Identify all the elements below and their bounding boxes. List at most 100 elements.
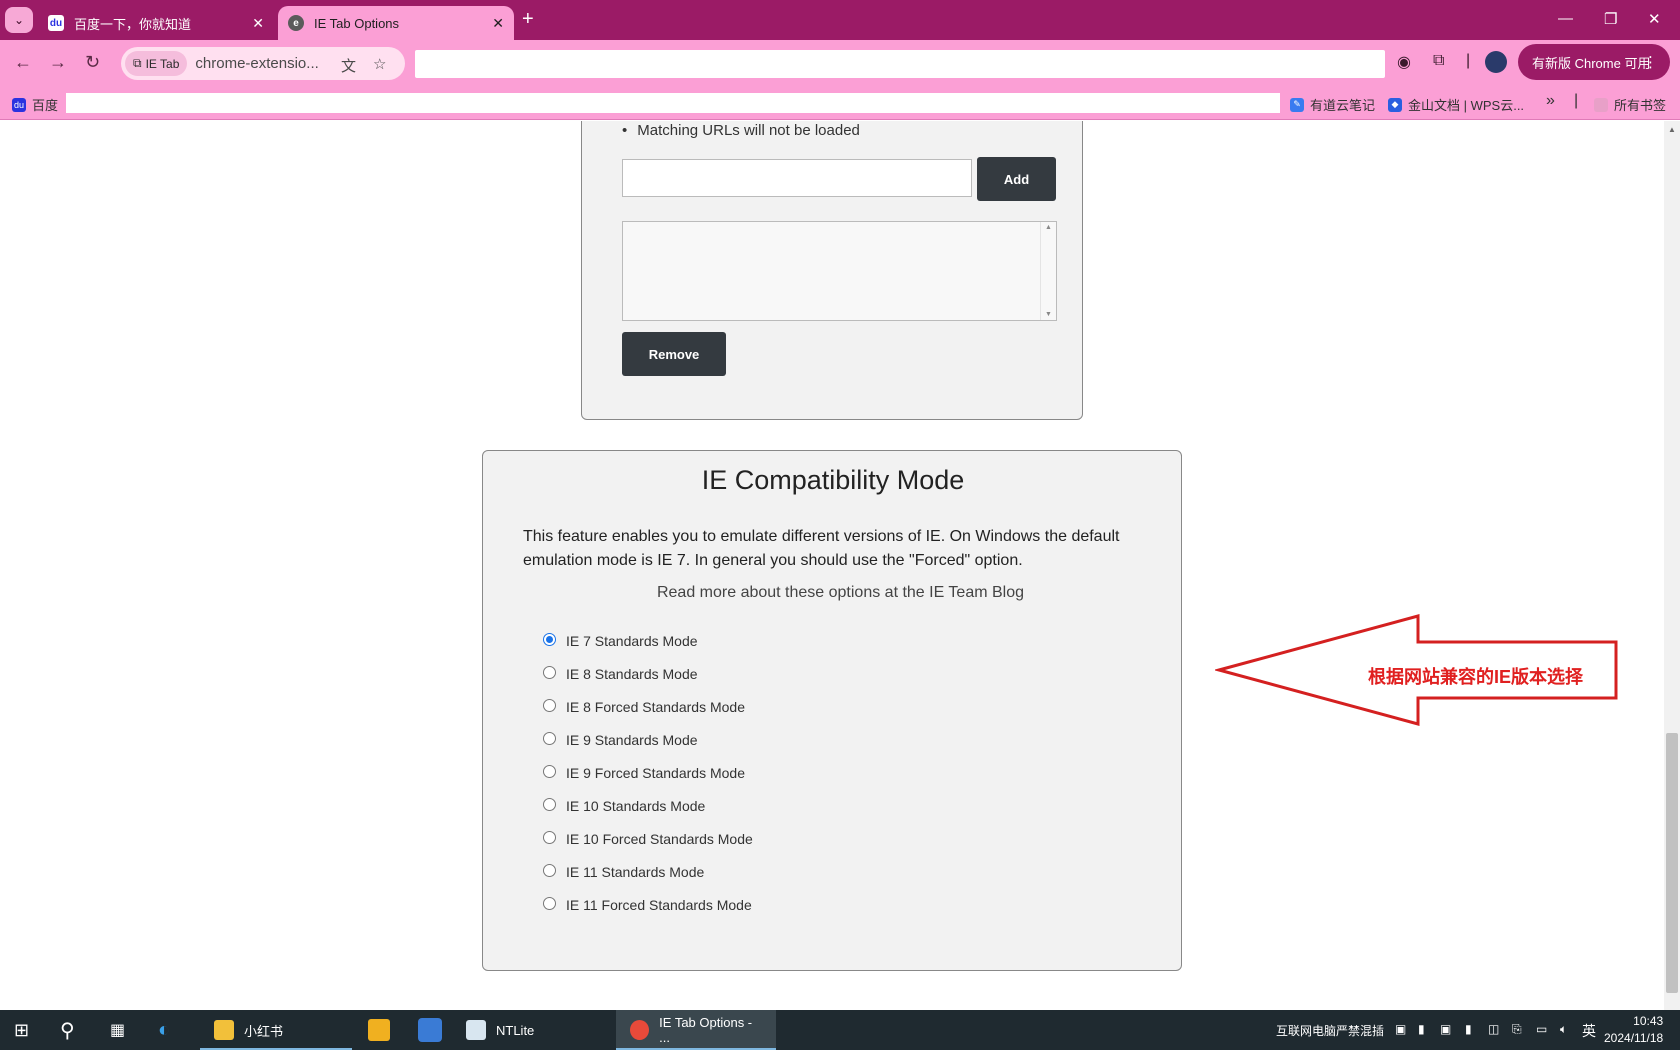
close-icon[interactable]: ✕ [492, 15, 504, 32]
close-icon[interactable]: ✕ [252, 15, 264, 32]
clock[interactable]: 10:43 2024/11/18 [1604, 1013, 1663, 1047]
avatar[interactable] [1485, 51, 1507, 73]
more-vert-icon: ⋮ [1643, 54, 1658, 71]
tab-search-button[interactable]: ⌄ [5, 7, 33, 33]
translate-icon[interactable]: 文 [341, 55, 356, 76]
tab-strip: ⌄ du 百度一下，你就知道 ✕ e IE Tab Options ✕ + — … [0, 0, 1680, 40]
kdocs-icon: ◆ [1388, 97, 1402, 112]
minimize-button[interactable]: — [1558, 10, 1573, 27]
compat-mode-option[interactable]: IE 11 Forced Standards Mode [543, 897, 753, 930]
bookmark-youdao[interactable]: ✎ 有道云笔记 [1290, 95, 1375, 114]
all-bookmarks-label: 所有书签 [1614, 98, 1667, 113]
compat-mode-option[interactable]: IE 8 Forced Standards Mode [543, 699, 753, 732]
add-button[interactable]: Add [977, 157, 1056, 201]
exclusion-url-input[interactable] [622, 159, 972, 197]
compat-mode-option[interactable]: IE 11 Standards Mode [543, 864, 753, 897]
usb-icon[interactable]: ⎘ [1512, 1022, 1522, 1037]
taskbar-app-xiaohongshu[interactable]: 小红书 [200, 1010, 352, 1050]
tray-app-icon[interactable]: ◫ [1488, 1022, 1499, 1036]
tray-app-icon[interactable]: ▣ [1440, 1022, 1451, 1036]
exclusion-url-list[interactable] [622, 221, 1057, 321]
tab-baidu[interactable]: du 百度一下，你就知道 ✕ [38, 6, 274, 40]
forward-button[interactable]: → [49, 52, 67, 73]
extension-chip[interactable]: ⧉ IE Tab [125, 51, 188, 76]
bookmarks-overflow-button[interactable]: » [1546, 92, 1555, 110]
url-exclusion-card: Matching URLs will not be loaded Add Rem… [581, 121, 1083, 420]
radio-button[interactable] [543, 765, 556, 778]
compat-mode-label: IE 9 Standards Mode [566, 732, 698, 748]
volume-icon[interactable]: 🔈︎ [1560, 1022, 1567, 1037]
compat-mode-option[interactable]: IE 10 Standards Mode [543, 798, 753, 831]
taskbar-app-chrome[interactable]: IE Tab Options - ... [616, 1010, 776, 1050]
tray-text[interactable]: 互联网电脑严禁混插 [1276, 1022, 1384, 1039]
close-window-button[interactable]: ✕ [1648, 10, 1661, 28]
restore-button[interactable]: ❐ [1604, 10, 1617, 28]
folder-icon [214, 1020, 234, 1040]
youdao-note-icon: ✎ [1290, 97, 1304, 112]
edge-button[interactable]: ◐ [158, 1010, 170, 1050]
bookmark-label: 有道云笔记 [1310, 98, 1376, 113]
chrome-update-button[interactable]: 有新版 Chrome 可用 ⋮ [1518, 44, 1670, 80]
tray-app-icon[interactable]: ▣ [1395, 1022, 1406, 1036]
chevron-down-icon: ⌄ [13, 13, 25, 27]
taskbar-bird-app[interactable] [418, 1010, 442, 1050]
ie-compatibility-card: IE Compatibility Mode This feature enabl… [482, 450, 1182, 971]
compat-mode-option[interactable]: IE 9 Standards Mode [543, 732, 753, 765]
scrollbar-thumb[interactable] [1666, 733, 1678, 993]
clock-time: 10:43 [1633, 1014, 1664, 1028]
taskbar-app-ntlite[interactable]: NTLite [452, 1010, 612, 1050]
compat-mode-label: IE 8 Standards Mode [566, 666, 698, 682]
search-button[interactable]: ⚲ [60, 1010, 75, 1050]
radio-button[interactable] [543, 666, 556, 679]
bookmarks-blank-area [66, 93, 1280, 113]
arrow-left-icon: ← [14, 52, 32, 72]
minimize-icon: — [1558, 10, 1573, 27]
compat-mode-label: IE 10 Standards Mode [566, 798, 706, 814]
compat-mode-option[interactable]: IE 8 Standards Mode [543, 666, 753, 699]
compat-mode-label: IE 9 Forced Standards Mode [566, 765, 745, 781]
radio-button[interactable] [543, 897, 556, 910]
reload-button[interactable]: ↻ [85, 52, 100, 73]
start-button[interactable]: ⊞ [14, 1010, 29, 1050]
task-view-button[interactable]: ▦ [110, 1010, 125, 1050]
divider: | [1574, 92, 1579, 109]
bookmark-label: 金山文档 | WPS云... [1408, 98, 1525, 113]
taskbar-store[interactable] [368, 1010, 390, 1050]
radio-button[interactable] [543, 831, 556, 844]
bookmark-kdocs[interactable]: ◆ 金山文档 | WPS云... [1388, 95, 1524, 114]
compat-mode-label: IE 11 Standards Mode [566, 864, 705, 880]
extensions-icon[interactable]: ⧉ [1433, 52, 1444, 70]
radio-button[interactable] [543, 864, 556, 877]
ie-tab-favicon-icon: e [288, 15, 304, 31]
url-text[interactable]: chrome-extensio... [195, 55, 318, 72]
double-chevron-right-icon: » [1546, 92, 1555, 109]
tray-app-icon[interactable]: ▮ [1418, 1022, 1425, 1036]
ime-indicator[interactable]: 英 [1582, 1021, 1596, 1041]
omnibox[interactable]: ⧉ IE Tab chrome-extensio... 文 ☆ [121, 47, 405, 80]
bookmark-baidu[interactable]: du 百度 [12, 95, 58, 114]
compat-mode-option[interactable]: IE 10 Forced Standards Mode [543, 831, 753, 864]
ie-tab-extension-icon[interactable]: ◉ [1397, 52, 1411, 72]
back-button[interactable]: ← [14, 52, 32, 73]
compat-mode-option[interactable]: IE 7 Standards Mode [543, 633, 753, 666]
scroll-up-icon[interactable]: ▲ [1668, 125, 1676, 134]
browser-toolbar: ← → ↻ ⧉ IE Tab chrome-extensio... 文 ☆ ◉ … [0, 40, 1680, 86]
all-bookmarks-button[interactable]: 所有书签 [1594, 95, 1666, 114]
read-more-link[interactable]: Read more about these options at the IE … [483, 584, 1183, 602]
new-tab-button[interactable]: + [522, 8, 534, 31]
list-scrollbar[interactable] [1040, 222, 1056, 320]
page-scrollbar[interactable]: ▲ [1664, 121, 1680, 1010]
radio-button[interactable] [543, 732, 556, 745]
tray-app-icon[interactable]: ▮ [1465, 1022, 1472, 1036]
remove-button[interactable]: Remove [622, 332, 726, 376]
compat-mode-label: IE 11 Forced Standards Mode [566, 897, 752, 913]
radio-button[interactable] [543, 798, 556, 811]
tab-ie-tab-options[interactable]: e IE Tab Options ✕ [278, 6, 514, 40]
compat-mode-option[interactable]: IE 9 Forced Standards Mode [543, 765, 753, 798]
bookmarks-bar: du 百度 ✎ 有道云笔记 ◆ 金山文档 | WPS云... » | 所有书签 [0, 86, 1680, 120]
star-icon[interactable]: ☆ [373, 55, 386, 73]
radio-button[interactable] [543, 633, 556, 646]
radio-button[interactable] [543, 699, 556, 712]
folder-icon [1594, 97, 1608, 112]
network-icon[interactable]: ▭ [1536, 1022, 1547, 1036]
